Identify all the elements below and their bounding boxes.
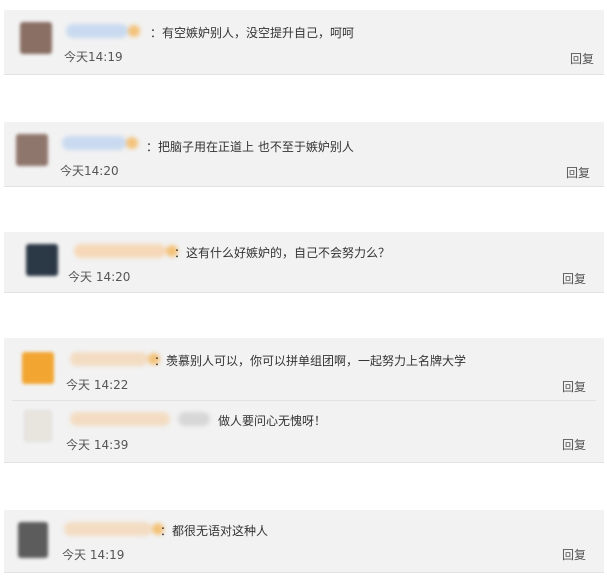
user-avatar[interactable] [20, 22, 52, 54]
username-blurred[interactable] [62, 136, 138, 150]
username-blurred[interactable] [70, 352, 160, 366]
reply-username-blurred[interactable] [70, 412, 170, 426]
username-blurred[interactable] [74, 244, 178, 258]
comment-card-1: ：有空嫉妒别人，没空提升自己，呵呵 今天14:19 回复 [4, 10, 604, 75]
comment-card-4: ：羡慕别人可以，你可以拼单组团啊，一起努力上名牌大学 今天 14:22 回复 做… [4, 338, 604, 463]
reply-link-sub[interactable]: 回复 [562, 436, 586, 453]
reply-target-blurred[interactable] [178, 412, 210, 426]
comment-card-3: ：这有什么好嫉妒的，自己不会努力么？ 今天 14:20 回复 [4, 232, 604, 293]
user-avatar[interactable] [18, 522, 48, 558]
comment-timestamp: 今天 14:20 [68, 270, 131, 284]
reply-timestamp: 今天 14:39 [66, 438, 129, 452]
comment-text: ：这有什么好嫉妒的，自己不会努力么？ [174, 246, 391, 260]
reply-link[interactable]: 回复 [562, 546, 586, 563]
user-avatar[interactable] [16, 134, 48, 166]
reply-link[interactable]: 回复 [566, 164, 590, 181]
user-avatar[interactable] [26, 244, 58, 276]
comment-timestamp: 今天14:19 [64, 50, 123, 64]
reply-link[interactable]: 回复 [562, 270, 586, 287]
comment-card-5: ：都很无语对这种人 今天 14:19 回复 [4, 510, 604, 573]
reply-user-avatar[interactable] [24, 410, 52, 442]
divider [12, 400, 596, 401]
comment-text: ：有空嫉妒别人，没空提升自己，呵呵 [150, 26, 355, 40]
reply-link[interactable]: 回复 [570, 50, 594, 67]
reply-text: 做人要问心无愧呀！ [218, 414, 327, 428]
comment-timestamp: 今天14:20 [60, 164, 119, 178]
comment-card-2: ：把脑子用在正道上 也不至于嫉妒别人 今天14:20 回复 [4, 122, 604, 187]
username-blurred[interactable] [64, 522, 164, 536]
comment-text: ：羡慕别人可以，你可以拼单组团啊，一起努力上名牌大学 [154, 354, 467, 368]
comment-timestamp: 今天 14:19 [62, 548, 125, 562]
user-avatar[interactable] [22, 352, 54, 384]
comment-text: ：把脑子用在正道上 也不至于嫉妒别人 [146, 140, 354, 154]
comment-text: ：都很无语对这种人 [160, 524, 269, 538]
comment-timestamp: 今天 14:22 [66, 378, 129, 392]
reply-link[interactable]: 回复 [562, 378, 586, 395]
username-blurred[interactable] [66, 24, 140, 38]
